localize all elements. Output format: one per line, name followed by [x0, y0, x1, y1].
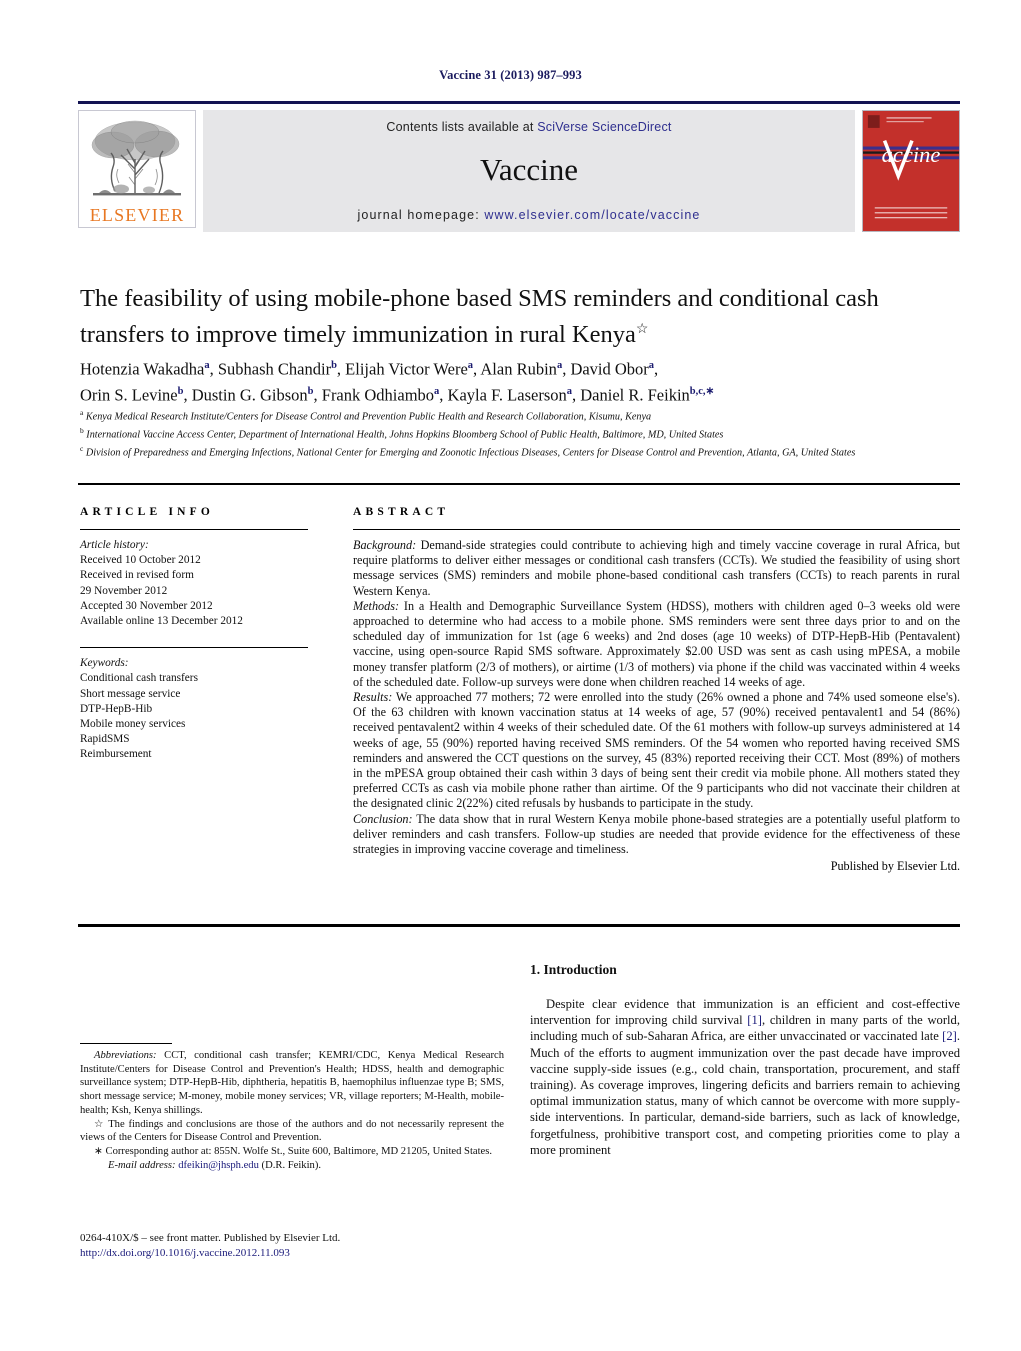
abstract-label-methods: Methods: [353, 598, 400, 613]
introduction-section: 1. Introduction Despite clear evidence t… [530, 962, 960, 1158]
history-item: Received 10 October 2012 [80, 554, 201, 567]
journal-title: Vaccine [479, 152, 579, 187]
contents-available-line: Contents lists available at SciVerse Sci… [386, 120, 671, 134]
abstract-band-bottom-rule [78, 924, 960, 927]
homepage-prefix: journal homepage: [357, 208, 485, 222]
disclaimer-footnote: ☆ The findings and conclusions are those… [80, 1118, 504, 1145]
keywords-label: Keywords: [80, 657, 129, 670]
journal-homepage-line: journal homepage: www.elsevier.com/locat… [358, 208, 701, 222]
citation-ref-2[interactable]: [2] [942, 1029, 957, 1043]
abstract-band-top-rule [78, 483, 960, 485]
masthead-top-rule [78, 101, 960, 104]
author-line-2: Orin S. Levineb, Dustin G. Gibsonb, Fran… [80, 385, 715, 404]
affiliation-a: a Kenya Medical Research Institute/Cente… [80, 408, 652, 423]
introduction-heading: 1. Introduction [530, 962, 617, 977]
asterisk-marker-icon: ∗ [94, 1145, 103, 1157]
abstract-text-results: We approached 77 mothers; 72 were enroll… [353, 690, 960, 811]
disclaimer-text: The findings and conclusions are those o… [80, 1118, 504, 1144]
corresponding-author-text: Corresponding author at: 855N. Wolfe St.… [102, 1145, 493, 1157]
email-label: E-mail address: [108, 1159, 176, 1171]
history-item: 29 November 2012 [80, 584, 168, 597]
history-item: Available online 13 December 2012 [80, 615, 243, 628]
abstract-section-conclusion: Conclusion: The data show that in rural … [353, 812, 960, 858]
paper-page: Vaccine 31 (2013) 987–993 ELSEVIER Conte… [0, 0, 1021, 1351]
abbreviations-footnote: Abbreviations: CCT, conditional cash tra… [80, 1049, 504, 1118]
article-info-column: ARTICLE INFO Article history: Received 1… [80, 506, 308, 763]
abstract-text-conclusion: The data show that in rural Western Keny… [353, 811, 960, 857]
history-item: Received in revised form [80, 569, 194, 582]
article-history-label: Article history: [80, 539, 149, 551]
affiliation-b: b International Vaccine Access Center, D… [80, 425, 724, 441]
masthead-panel: Contents lists available at SciVerse Sci… [203, 110, 855, 232]
abstract-label-results: Results: [353, 690, 393, 705]
journal-homepage-link[interactable]: www.elsevier.com/locate/vaccine [484, 208, 700, 222]
page-title: The feasibility of using mobile-phone ba… [80, 283, 960, 350]
footnotes-block: Abbreviations: CCT, conditional cash tra… [80, 1043, 504, 1172]
email-link[interactable]: dfeikin@jhsph.edu [178, 1160, 259, 1171]
journal-cover-thumbnail: accine [862, 110, 960, 232]
article-history-block: Article history: Received 10 October 201… [80, 538, 308, 629]
footnote-rule [80, 1043, 172, 1044]
affiliation-list: a Kenya Medical Research Institute/Cente… [80, 406, 960, 460]
author-list: Hotenzia Wakadhaa, Subhash Chandirb, Eli… [80, 355, 960, 406]
article-info-rule [80, 529, 308, 530]
keyword-item: DTP-HepB-Hib [80, 702, 153, 715]
journal-cover-art: accine [863, 111, 959, 231]
elsevier-wordmark: ELSEVIER [89, 205, 185, 225]
doi-link[interactable]: http://dx.doi.org/10.1016/j.vaccine.2012… [80, 1246, 510, 1261]
abstract-label-conclusion: Conclusion: [353, 811, 413, 826]
journal-masthead: ELSEVIER Contents lists available at Sci… [78, 101, 960, 232]
introduction-paragraph: Despite clear evidence that immunization… [530, 996, 960, 1158]
email-footnote: E-mail address: dfeikin@jhsph.edu (D.R. … [80, 1159, 504, 1173]
keyword-item: Mobile money services [80, 718, 186, 731]
keyword-item: Reimbursement [80, 748, 152, 761]
running-head: Vaccine 31 (2013) 987–993 [439, 68, 582, 82]
article-info-heading: ARTICLE INFO [80, 506, 215, 518]
contents-prefix: Contents lists available at [386, 120, 538, 134]
abstract-body: Background: Demand-side strategies could… [353, 538, 960, 857]
abstract-section-background: Background: Demand-side strategies could… [353, 538, 960, 599]
abbreviations-label: Abbreviations: [94, 1050, 157, 1061]
abstract-text-background: Demand-side strategies could contribute … [353, 538, 960, 598]
imprint-block: 0264-410X/$ – see front matter. Publishe… [80, 1231, 510, 1260]
keyword-item: RapidSMS [80, 733, 130, 746]
keywords-rule [80, 647, 308, 649]
intro-part-3: . Much of the efforts to augment immuniz… [530, 1029, 960, 1157]
title-text: The feasibility of using mobile-phone ba… [80, 285, 879, 349]
affiliation-c: c Division of Preparedness and Emerging … [80, 443, 856, 459]
keywords-block: Keywords: Conditional cash transfers Sho… [80, 656, 308, 762]
author-line-1: Hotenzia Wakadhaa, Subhash Chandirb, Eli… [80, 359, 659, 379]
elsevier-tree-icon [91, 120, 181, 196]
issn-front-matter: 0264-410X/$ – see front matter. Publishe… [80, 1232, 341, 1244]
sciencedirect-link[interactable]: SciVerse ScienceDirect [537, 120, 671, 134]
email-suffix: (D.R. Feikin). [258, 1159, 321, 1171]
abstract-label-background: Background: [353, 538, 417, 552]
abstract-section-methods: Methods: In a Health and Demographic Sur… [353, 599, 960, 690]
masthead-body: ELSEVIER Contents lists available at Sci… [78, 110, 960, 232]
abstract-signoff: Published by Elsevier Ltd. [830, 859, 960, 874]
abstract-heading: ABSTRACT [353, 506, 450, 518]
abstract-column: ABSTRACT Background: Demand-side strateg… [353, 506, 960, 874]
abstract-text-methods: In a Health and Demographic Surveillance… [353, 598, 960, 689]
keyword-item: Conditional cash transfers [80, 672, 198, 685]
abstract-section-results: Results: We approached 77 mothers; 72 we… [353, 690, 960, 812]
star-marker-icon: ☆ [94, 1118, 105, 1130]
corresponding-author-footnote: ∗ Corresponding author at: 855N. Wolfe S… [80, 1145, 504, 1159]
history-item: Accepted 30 November 2012 [80, 599, 213, 612]
keyword-item: Short message service [80, 687, 181, 700]
citation-ref-1[interactable]: [1] [747, 1013, 762, 1027]
abstract-rule [353, 529, 960, 530]
elsevier-logo: ELSEVIER [78, 110, 196, 228]
title-footnote-marker: ☆ [635, 322, 649, 337]
